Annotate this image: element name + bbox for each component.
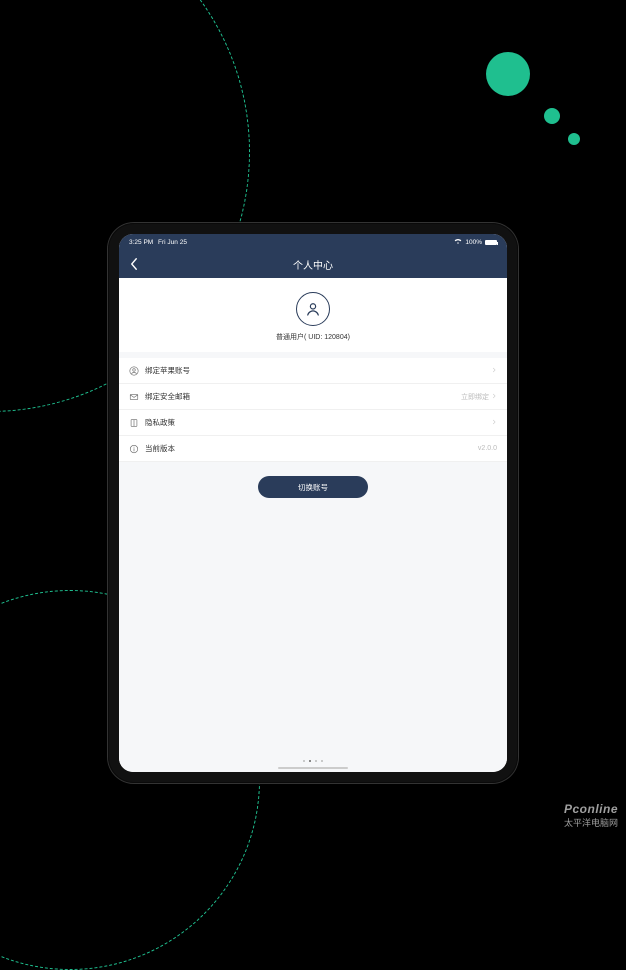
chevron-right-icon [491,419,497,427]
decor-dot [544,108,560,124]
button-label: 切换账号 [298,482,328,493]
nav-bar: 个人中心 [119,250,507,278]
home-indicator [278,767,348,769]
tail-text: 立即绑定 [461,392,489,402]
battery-pct: 100% [465,239,482,246]
back-button[interactable] [125,255,143,273]
profile-section: 普通用户( UID: 120804) [119,278,507,352]
tail-text: v2.0.0 [478,445,497,452]
mail-icon [129,392,139,402]
user-line: 普通用户( UID: 120804) [119,332,507,342]
row-tail [491,419,497,427]
row-tail [491,367,497,375]
row-tail: v2.0.0 [478,445,497,452]
decor-dot [568,133,580,145]
watermark: Pconline 太平洋电脑网 [564,802,618,829]
user-type: 普通用户 [276,334,304,341]
row-label: 隐私政策 [145,417,491,428]
decor-dot [486,52,530,96]
row-label: 绑定安全邮箱 [145,391,461,402]
content: 普通用户( UID: 120804) 绑定苹果账号绑定安全邮箱立即绑定隐私政策当… [119,278,507,772]
user-circle-icon [129,366,139,376]
watermark-cn: 太平洋电脑网 [564,816,618,829]
watermark-en: Pconline [564,802,618,816]
page-indicator [303,760,323,762]
list-item: 当前版本v2.0.0 [119,436,507,462]
status-time: 3:25 PM [129,239,153,246]
wifi-icon [454,238,462,246]
status-date: Fri Jun 25 [158,239,187,246]
row-label: 当前版本 [145,443,478,454]
row-tail: 立即绑定 [461,392,497,402]
chevron-right-icon [491,393,497,401]
status-bar: 3:25 PM Fri Jun 25 100% [119,234,507,250]
settings-list: 绑定苹果账号绑定安全邮箱立即绑定隐私政策当前版本v2.0.0 [119,358,507,462]
list-item[interactable]: 绑定安全邮箱立即绑定 [119,384,507,410]
row-label: 绑定苹果账号 [145,365,491,376]
doc-icon [129,418,139,428]
avatar [296,292,330,326]
tablet-frame: 3:25 PM Fri Jun 25 100% 个人中心 [108,223,518,783]
list-item[interactable]: 绑定苹果账号 [119,358,507,384]
list-item[interactable]: 隐私政策 [119,410,507,436]
nav-title: 个人中心 [119,257,507,272]
chevron-right-icon [491,367,497,375]
switch-account-button[interactable]: 切换账号 [258,476,368,498]
screen: 3:25 PM Fri Jun 25 100% 个人中心 [119,234,507,772]
battery-icon [485,240,497,245]
info-icon [129,444,139,454]
user-uid: ( UID: 120804) [304,334,350,341]
